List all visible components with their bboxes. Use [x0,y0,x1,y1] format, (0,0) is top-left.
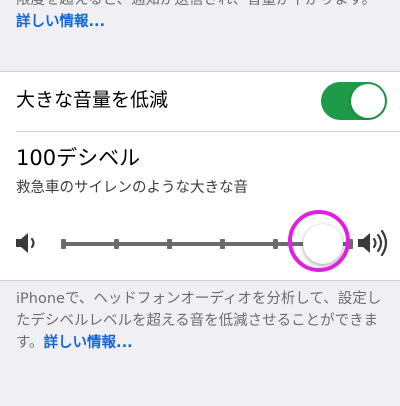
reduce-loud-audio-row: 大きな音量を低減 [0,72,400,128]
slider-tick [273,239,278,249]
bottom-footer-text: iPhoneで、ヘッドフォンオーディオを分析して、設定したデシベルレベルを超える… [16,288,388,354]
reduce-loud-audio-toggle[interactable] [321,82,387,120]
top-footer-body: 限度を超えると、通知が送信され、音量が下がります。 [16,0,377,8]
decibel-slider[interactable] [0,210,400,272]
slider-tick [114,239,119,249]
top-footer-text: 限度を超えると、通知が送信され、音量が下がります。詳しい情報... [16,0,388,33]
decibel-level-title: 100デシベル [16,146,141,170]
learn-more-link-top[interactable]: 詳しい情報... [16,14,105,30]
highlight-circle [288,210,350,272]
row-separator [16,131,400,132]
toggle-knob [351,84,385,118]
slider-tick [220,239,225,249]
decibel-level-description: 救急車のサイレンのような大きな音 [16,180,248,196]
slider-tick [61,239,66,249]
learn-more-link-bottom[interactable]: 詳しい情報... [44,335,133,351]
slider-tick [167,239,172,249]
settings-group: 大きな音量を低減 100デシベル 救急車のサイレンのような大きな音 [0,71,400,281]
reduce-loud-audio-label: 大きな音量を低減 [16,89,169,111]
speaker-high-icon [358,230,388,256]
speaker-low-icon [16,233,35,253]
